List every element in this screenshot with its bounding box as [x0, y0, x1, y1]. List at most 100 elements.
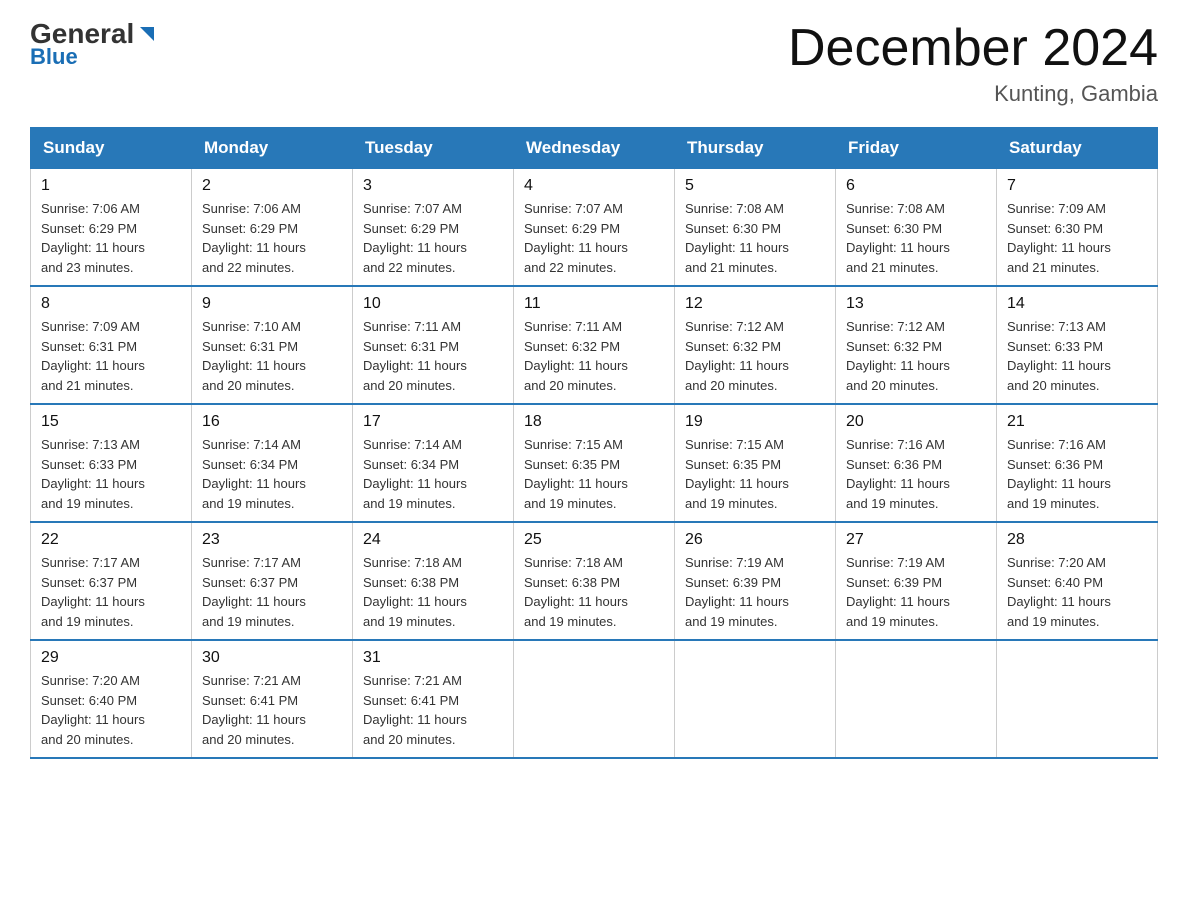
day-number: 1	[41, 177, 181, 195]
calendar-week-5: 29 Sunrise: 7:20 AM Sunset: 6:40 PM Dayl…	[31, 640, 1158, 758]
day-info: Sunrise: 7:14 AM Sunset: 6:34 PM Dayligh…	[202, 435, 342, 513]
day-number: 7	[1007, 177, 1147, 195]
day-number: 28	[1007, 531, 1147, 549]
column-header-friday: Friday	[836, 128, 997, 169]
day-info: Sunrise: 7:09 AM Sunset: 6:30 PM Dayligh…	[1007, 199, 1147, 277]
calendar-cell: 20 Sunrise: 7:16 AM Sunset: 6:36 PM Dayl…	[836, 404, 997, 522]
calendar-week-1: 1 Sunrise: 7:06 AM Sunset: 6:29 PM Dayli…	[31, 169, 1158, 287]
column-header-tuesday: Tuesday	[353, 128, 514, 169]
calendar-cell: 9 Sunrise: 7:10 AM Sunset: 6:31 PM Dayli…	[192, 286, 353, 404]
calendar-cell: 18 Sunrise: 7:15 AM Sunset: 6:35 PM Dayl…	[514, 404, 675, 522]
calendar-cell: 8 Sunrise: 7:09 AM Sunset: 6:31 PM Dayli…	[31, 286, 192, 404]
logo-blue: Blue	[30, 44, 78, 70]
day-number: 10	[363, 295, 503, 313]
day-number: 29	[41, 649, 181, 667]
calendar-cell: 21 Sunrise: 7:16 AM Sunset: 6:36 PM Dayl…	[997, 404, 1158, 522]
calendar-cell: 30 Sunrise: 7:21 AM Sunset: 6:41 PM Dayl…	[192, 640, 353, 758]
day-number: 22	[41, 531, 181, 549]
day-info: Sunrise: 7:12 AM Sunset: 6:32 PM Dayligh…	[846, 317, 986, 395]
day-number: 9	[202, 295, 342, 313]
day-number: 26	[685, 531, 825, 549]
calendar-week-3: 15 Sunrise: 7:13 AM Sunset: 6:33 PM Dayl…	[31, 404, 1158, 522]
calendar-cell: 12 Sunrise: 7:12 AM Sunset: 6:32 PM Dayl…	[675, 286, 836, 404]
calendar-cell: 2 Sunrise: 7:06 AM Sunset: 6:29 PM Dayli…	[192, 169, 353, 287]
day-info: Sunrise: 7:10 AM Sunset: 6:31 PM Dayligh…	[202, 317, 342, 395]
day-info: Sunrise: 7:16 AM Sunset: 6:36 PM Dayligh…	[1007, 435, 1147, 513]
column-header-saturday: Saturday	[997, 128, 1158, 169]
day-info: Sunrise: 7:15 AM Sunset: 6:35 PM Dayligh…	[524, 435, 664, 513]
day-number: 25	[524, 531, 664, 549]
logo-triangle-icon	[136, 23, 158, 45]
day-info: Sunrise: 7:14 AM Sunset: 6:34 PM Dayligh…	[363, 435, 503, 513]
calendar-cell: 4 Sunrise: 7:07 AM Sunset: 6:29 PM Dayli…	[514, 169, 675, 287]
day-info: Sunrise: 7:16 AM Sunset: 6:36 PM Dayligh…	[846, 435, 986, 513]
column-header-wednesday: Wednesday	[514, 128, 675, 169]
day-number: 31	[363, 649, 503, 667]
day-info: Sunrise: 7:17 AM Sunset: 6:37 PM Dayligh…	[202, 553, 342, 631]
day-number: 19	[685, 413, 825, 431]
day-info: Sunrise: 7:20 AM Sunset: 6:40 PM Dayligh…	[1007, 553, 1147, 631]
day-number: 27	[846, 531, 986, 549]
day-info: Sunrise: 7:20 AM Sunset: 6:40 PM Dayligh…	[41, 671, 181, 749]
column-header-thursday: Thursday	[675, 128, 836, 169]
calendar-header-row: SundayMondayTuesdayWednesdayThursdayFrid…	[31, 128, 1158, 169]
calendar-cell: 27 Sunrise: 7:19 AM Sunset: 6:39 PM Dayl…	[836, 522, 997, 640]
calendar-cell: 29 Sunrise: 7:20 AM Sunset: 6:40 PM Dayl…	[31, 640, 192, 758]
page-header: General Blue December 2024 Kunting, Gamb…	[30, 20, 1158, 107]
column-header-monday: Monday	[192, 128, 353, 169]
column-header-sunday: Sunday	[31, 128, 192, 169]
day-info: Sunrise: 7:19 AM Sunset: 6:39 PM Dayligh…	[685, 553, 825, 631]
day-number: 16	[202, 413, 342, 431]
calendar-cell: 1 Sunrise: 7:06 AM Sunset: 6:29 PM Dayli…	[31, 169, 192, 287]
day-info: Sunrise: 7:11 AM Sunset: 6:31 PM Dayligh…	[363, 317, 503, 395]
day-number: 21	[1007, 413, 1147, 431]
day-info: Sunrise: 7:17 AM Sunset: 6:37 PM Dayligh…	[41, 553, 181, 631]
day-info: Sunrise: 7:07 AM Sunset: 6:29 PM Dayligh…	[363, 199, 503, 277]
calendar-cell: 28 Sunrise: 7:20 AM Sunset: 6:40 PM Dayl…	[997, 522, 1158, 640]
day-number: 17	[363, 413, 503, 431]
calendar-cell: 6 Sunrise: 7:08 AM Sunset: 6:30 PM Dayli…	[836, 169, 997, 287]
day-info: Sunrise: 7:21 AM Sunset: 6:41 PM Dayligh…	[202, 671, 342, 749]
calendar-cell: 19 Sunrise: 7:15 AM Sunset: 6:35 PM Dayl…	[675, 404, 836, 522]
day-info: Sunrise: 7:13 AM Sunset: 6:33 PM Dayligh…	[41, 435, 181, 513]
calendar-cell: 5 Sunrise: 7:08 AM Sunset: 6:30 PM Dayli…	[675, 169, 836, 287]
calendar-cell: 25 Sunrise: 7:18 AM Sunset: 6:38 PM Dayl…	[514, 522, 675, 640]
day-number: 2	[202, 177, 342, 195]
day-number: 18	[524, 413, 664, 431]
day-info: Sunrise: 7:21 AM Sunset: 6:41 PM Dayligh…	[363, 671, 503, 749]
day-info: Sunrise: 7:11 AM Sunset: 6:32 PM Dayligh…	[524, 317, 664, 395]
day-number: 6	[846, 177, 986, 195]
day-info: Sunrise: 7:12 AM Sunset: 6:32 PM Dayligh…	[685, 317, 825, 395]
title-area: December 2024 Kunting, Gambia	[788, 20, 1158, 107]
day-info: Sunrise: 7:18 AM Sunset: 6:38 PM Dayligh…	[363, 553, 503, 631]
day-number: 12	[685, 295, 825, 313]
day-info: Sunrise: 7:08 AM Sunset: 6:30 PM Dayligh…	[846, 199, 986, 277]
calendar-cell: 17 Sunrise: 7:14 AM Sunset: 6:34 PM Dayl…	[353, 404, 514, 522]
calendar-cell	[675, 640, 836, 758]
logo: General Blue	[30, 20, 158, 70]
day-number: 13	[846, 295, 986, 313]
day-info: Sunrise: 7:15 AM Sunset: 6:35 PM Dayligh…	[685, 435, 825, 513]
day-number: 23	[202, 531, 342, 549]
day-number: 15	[41, 413, 181, 431]
calendar-cell: 26 Sunrise: 7:19 AM Sunset: 6:39 PM Dayl…	[675, 522, 836, 640]
calendar-cell: 23 Sunrise: 7:17 AM Sunset: 6:37 PM Dayl…	[192, 522, 353, 640]
day-info: Sunrise: 7:06 AM Sunset: 6:29 PM Dayligh…	[41, 199, 181, 277]
calendar-cell: 3 Sunrise: 7:07 AM Sunset: 6:29 PM Dayli…	[353, 169, 514, 287]
day-number: 30	[202, 649, 342, 667]
day-number: 24	[363, 531, 503, 549]
calendar-cell: 10 Sunrise: 7:11 AM Sunset: 6:31 PM Dayl…	[353, 286, 514, 404]
day-info: Sunrise: 7:13 AM Sunset: 6:33 PM Dayligh…	[1007, 317, 1147, 395]
day-info: Sunrise: 7:09 AM Sunset: 6:31 PM Dayligh…	[41, 317, 181, 395]
calendar-cell: 13 Sunrise: 7:12 AM Sunset: 6:32 PM Dayl…	[836, 286, 997, 404]
calendar-cell: 31 Sunrise: 7:21 AM Sunset: 6:41 PM Dayl…	[353, 640, 514, 758]
day-number: 20	[846, 413, 986, 431]
day-number: 8	[41, 295, 181, 313]
day-info: Sunrise: 7:08 AM Sunset: 6:30 PM Dayligh…	[685, 199, 825, 277]
day-number: 5	[685, 177, 825, 195]
day-info: Sunrise: 7:06 AM Sunset: 6:29 PM Dayligh…	[202, 199, 342, 277]
day-number: 4	[524, 177, 664, 195]
calendar-cell: 15 Sunrise: 7:13 AM Sunset: 6:33 PM Dayl…	[31, 404, 192, 522]
calendar-cell: 24 Sunrise: 7:18 AM Sunset: 6:38 PM Dayl…	[353, 522, 514, 640]
day-number: 14	[1007, 295, 1147, 313]
